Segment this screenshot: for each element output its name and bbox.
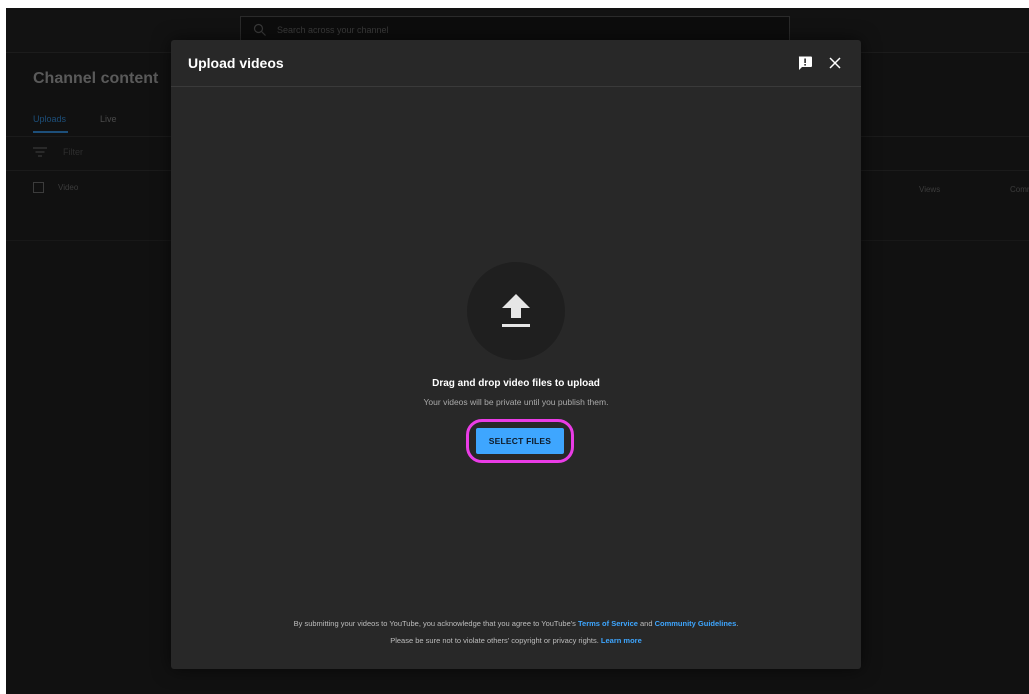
privacy-note: Your videos will be private until you pu… [423,397,609,407]
copyright-text: Please be sure not to violate others' co… [390,636,601,645]
terms-line-1: By submitting your videos to YouTube, yo… [171,619,861,628]
dialog-header: Upload videos [171,40,861,87]
upload-drop-zone[interactable] [467,262,565,360]
search-icon [253,23,266,36]
column-comments: Comm [1010,185,1029,194]
close-icon[interactable] [827,55,843,71]
filter-bar[interactable]: Filter [33,146,83,158]
terms-line-2: Please be sure not to violate others' co… [171,636,861,645]
select-files-button[interactable]: SELECT FILES [476,428,564,454]
tab-uploads[interactable]: Uploads [33,114,69,133]
learn-more-link[interactable]: Learn more [601,636,642,645]
drag-drop-heading: Drag and drop video files to upload [432,378,600,389]
dialog-title: Upload videos [188,55,284,71]
terms-text-and: and [637,619,655,628]
upload-dialog: Upload videos Drag and drop video files … [171,40,861,669]
column-views: Views [919,185,941,194]
filter-icon [33,147,47,157]
upload-arrow-icon [502,294,530,327]
column-video: Video [58,183,79,192]
select-all-checkbox[interactable] [33,182,44,193]
page-title: Channel content [33,70,159,87]
tab-live[interactable]: Live [100,114,117,124]
terms-of-service-link[interactable]: Terms of Service [578,619,638,628]
terms-text-suffix: . [736,619,739,628]
search-placeholder: Search across your channel [277,25,389,35]
filter-label: Filter [63,147,83,157]
terms-text-prefix: By submitting your videos to YouTube, yo… [293,619,579,628]
community-guidelines-link[interactable]: Community Guidelines [655,619,737,628]
content-tabs: Uploads Live [33,114,117,133]
screen: Search across your channel Channel conte… [6,8,1029,694]
table-header: Video [33,182,78,193]
feedback-icon[interactable] [797,55,813,71]
